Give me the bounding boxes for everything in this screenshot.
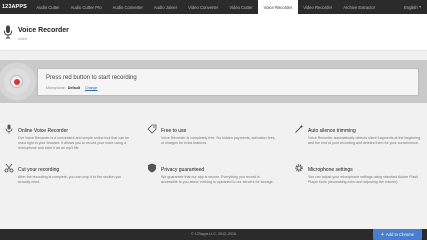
page-footer: © 123apps LLC, 2012–2016 [0, 229, 427, 240]
plus-icon: + [380, 231, 384, 238]
language-label: English [404, 4, 418, 10]
chevron-down-icon: ▾ [419, 5, 421, 9]
feature-title: Online Voice Recorder [18, 128, 69, 134]
top-navigation: 123APPS Audio Cutter Audio Cutter Pro Au… [0, 0, 427, 14]
feature-description: We guarantee that our app is secure. Eve… [161, 175, 274, 185]
add-to-chrome-button[interactable]: + Add to Chrome [373, 229, 422, 240]
scissors-icon [4, 163, 14, 173]
feature-description: Voice Recorder automatically detects sil… [308, 136, 421, 146]
microphone-label: Microphone: [46, 85, 66, 90]
feature-description: You can adjust your microphone settings … [308, 175, 419, 185]
add-to-chrome-label: Add to Chrome [385, 232, 415, 237]
record-button[interactable] [10, 75, 23, 88]
nav-item-video-converter[interactable]: Video Converter [183, 0, 224, 14]
nav-item-voice-recorder[interactable]: Voice Recorder [258, 0, 298, 14]
nav-item-video-cutter[interactable]: Video Cutter [224, 0, 258, 14]
feature-title: Auto silence trimming [308, 128, 356, 134]
gear-icon [295, 164, 303, 172]
recorder-prompt: Press red button to start recording [46, 75, 137, 81]
feature-title: Cut your recording [18, 167, 60, 173]
mic-icon [5, 124, 13, 134]
tag-icon [147, 124, 157, 134]
feature-title: Free to use [161, 128, 187, 134]
feature-title: Privacy guaranteed [161, 167, 205, 173]
feature-description: Our Voice Recorder is a convenient and s… [18, 136, 130, 151]
nav-item-video-recorder[interactable]: Video Recorder [298, 0, 338, 14]
microphone-info: Microphone: Default Change [46, 86, 98, 90]
feature-description: After the recording is complete, you can… [18, 175, 122, 185]
nav-item-audio-cutter[interactable]: Audio Cutter [31, 0, 65, 14]
record-dot-icon [13, 78, 20, 85]
copyright-text: © 123apps LLC, 2012–2016 [190, 232, 236, 236]
microphone-value: Default [67, 85, 80, 90]
nav-item-archive-extractor[interactable]: Archive Extractor [338, 0, 381, 14]
feature-description: Voice Recorder is completely free. No hi… [161, 136, 276, 146]
shield-icon [148, 163, 156, 173]
microphone-logo-icon [3, 25, 13, 39]
recorder-panel: Press red button to start recording Micr… [37, 68, 419, 96]
page-subtitle: online [18, 37, 28, 41]
nav-item-audio-joiner[interactable]: Audio Joiner [148, 0, 182, 14]
feature-title: Microphone settings [308, 167, 353, 173]
change-microphone-link[interactable]: Change [85, 86, 98, 90]
site-logo-text: 123APPS [2, 4, 27, 10]
features-section: Online Voice Recorder Our Voice Recorder… [0, 118, 427, 222]
magic-wand-icon [295, 124, 304, 133]
language-selector[interactable]: English ▾ [404, 5, 427, 10]
nav-item-audio-converter[interactable]: Audio Converter [107, 0, 148, 14]
site-logo[interactable]: 123APPS [0, 0, 31, 14]
page-title: Voice Recorder [18, 27, 69, 34]
nav-item-audio-cutter-pro[interactable]: Audio Cutter Pro [65, 0, 107, 14]
